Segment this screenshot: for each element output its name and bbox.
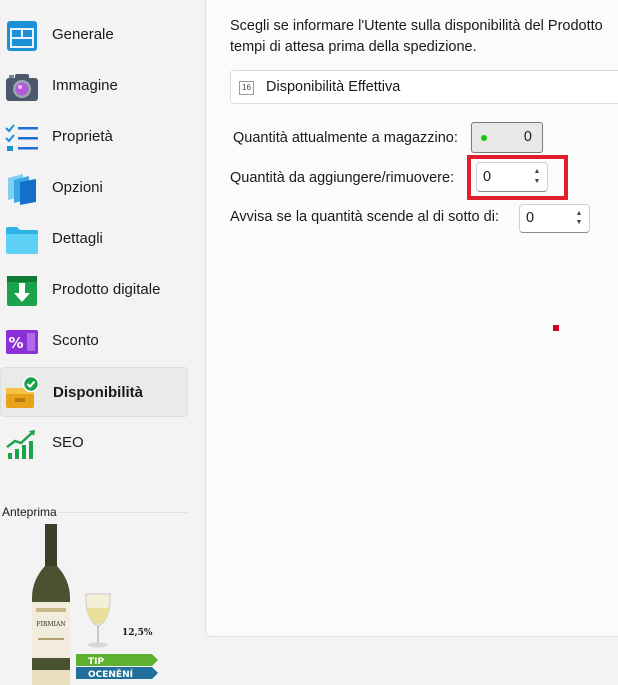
sidebar-item-label: SEO xyxy=(52,434,84,451)
camera-icon xyxy=(6,74,38,101)
glass-text: 12,5% xyxy=(122,628,153,638)
status-dot-icon xyxy=(481,135,487,141)
sidebar-item-sconto[interactable]: % Sconto xyxy=(0,316,188,366)
threshold-quantity-value[interactable]: 0 xyxy=(526,205,534,232)
sidebar-item-prodotto-digitale[interactable]: Prodotto digitale xyxy=(0,265,188,315)
sidebar-item-disponibilita[interactable]: Disponibilità xyxy=(0,367,188,417)
sidebar-item-label: Dettagli xyxy=(52,230,103,247)
badge-top-text: TIP xyxy=(88,657,104,667)
sidebar-item-label: Sconto xyxy=(52,332,99,349)
sidebar-item-immagine[interactable]: Immagine xyxy=(0,61,188,111)
threshold-quantity-stepper[interactable]: 0 ▲ ▼ xyxy=(519,204,590,233)
badge-bottom-text: OCENĚNÍ xyxy=(88,668,134,680)
product-preview-image: FIRMIAN 12,5% TIP OCENĚNÍ xyxy=(32,524,158,685)
stock-quantity-value: 0 xyxy=(523,129,532,145)
calendar-icon: 16 xyxy=(239,81,254,95)
sidebar-item-dettagli[interactable]: Dettagli xyxy=(0,214,188,264)
sidebar-item-seo[interactable]: SEO xyxy=(0,418,188,468)
sidebar-item-opzioni[interactable]: Opzioni xyxy=(0,163,188,213)
threshold-label: Avvisa se la quantità scende al di sotto… xyxy=(230,209,499,225)
sidebar-item-label: Disponibilità xyxy=(53,384,143,401)
box-check-icon xyxy=(6,376,39,408)
adjust-label: Quantità da aggiungere/rimuovere: xyxy=(230,170,455,186)
description-text: Scegli se informare l'Utente sulla dispo… xyxy=(230,16,603,58)
sidebar-item-label: Generale xyxy=(52,26,114,43)
stacked-cards-icon xyxy=(8,174,36,205)
preview-label: Anteprima xyxy=(2,505,57,519)
description-line-1: Scegli se informare l'Utente sulla dispo… xyxy=(230,18,603,34)
sidebar-item-label: Proprietà xyxy=(52,128,113,145)
spin-up-icon[interactable]: ▲ xyxy=(574,210,584,218)
highlight-box xyxy=(467,155,568,200)
trend-chart-icon xyxy=(6,430,35,459)
divider xyxy=(60,512,188,513)
stock-quantity-field: 0 xyxy=(471,122,543,153)
sidebar-item-label: Opzioni xyxy=(52,179,103,196)
percent-icon: % xyxy=(6,330,38,354)
sidebar-item-label: Prodotto digitale xyxy=(52,281,161,298)
svg-text:%: % xyxy=(8,334,23,352)
availability-mode-select[interactable]: 16 Disponibilità Effettiva xyxy=(230,70,618,104)
description-line-2: tempi di attesa prima della spedizione. xyxy=(230,39,477,55)
sidebar-item-proprieta[interactable]: Proprietà xyxy=(0,112,188,162)
stock-label: Quantità attualmente a magazzino: xyxy=(233,130,458,146)
sidebar-item-label: Immagine xyxy=(52,77,118,94)
folder-icon xyxy=(6,227,38,254)
download-icon xyxy=(7,276,37,306)
window-layout-icon xyxy=(7,21,37,51)
bottle-label: FIRMIAN xyxy=(36,621,65,628)
sidebar: Generale Immagine Proprietà Opzioni Dett… xyxy=(0,0,205,685)
availability-mode-value: Disponibilità Effettiva xyxy=(266,79,401,95)
spin-down-icon[interactable]: ▼ xyxy=(574,219,584,227)
checklist-icon xyxy=(5,124,38,151)
sidebar-item-generale[interactable]: Generale xyxy=(0,10,188,60)
red-marker xyxy=(553,325,559,331)
